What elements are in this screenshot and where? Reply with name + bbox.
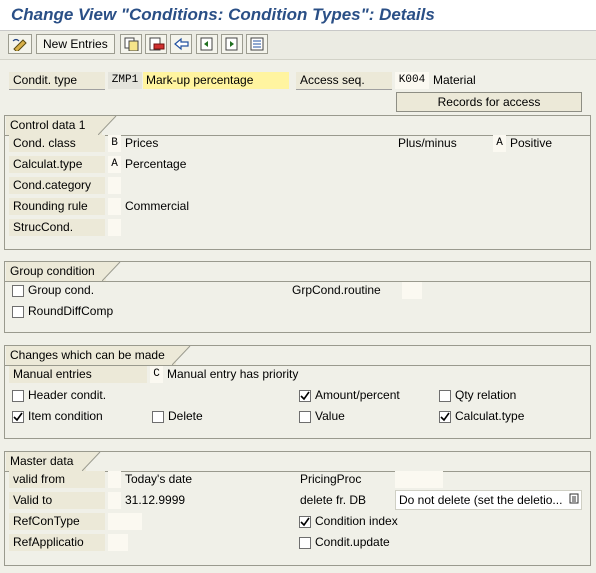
- calculation-type-label: Calculat.type: [9, 156, 105, 173]
- records-for-access-button[interactable]: Records for access: [396, 92, 582, 112]
- group-tab-corner: [172, 346, 191, 365]
- condition-class-text: Prices: [125, 136, 159, 150]
- group-cond-routine-field[interactable]: [402, 282, 422, 299]
- item-condition-checkbox[interactable]: [12, 411, 24, 423]
- value-label: Value: [315, 409, 345, 423]
- ref-condition-type-label: RefConType: [9, 513, 105, 530]
- access-sequence-field[interactable]: K004: [395, 72, 429, 89]
- header-condit-label: Header condit.: [28, 388, 107, 402]
- next-entry-icon: [225, 37, 238, 51]
- select-all-button[interactable]: [246, 34, 268, 54]
- control-data-title: Control data 1: [6, 116, 102, 135]
- delete-from-db-value: Do not delete (set the deletio...: [399, 493, 563, 507]
- delete-icon: [149, 37, 165, 51]
- condition-index-label: Condition index: [315, 514, 398, 528]
- delete-from-db-label: delete fr. DB: [300, 493, 367, 507]
- amount-percent-label: Amount/percent: [315, 388, 400, 402]
- round-diff-comp-checkbox[interactable]: [12, 306, 24, 318]
- master-data-title: Master data: [6, 452, 86, 471]
- previous-entry-button[interactable]: [196, 34, 218, 54]
- title-bar: Change View "Conditions: Condition Types…: [0, 0, 596, 31]
- valid-from-field[interactable]: [108, 471, 121, 488]
- valid-to-field[interactable]: [108, 492, 121, 509]
- plus-minus-text: Positive: [510, 136, 553, 150]
- group-cond-checkbox[interactable]: [12, 285, 24, 297]
- condition-type-description: Mark-up percentage: [143, 72, 289, 89]
- ref-application-label: RefApplicatio: [9, 534, 105, 551]
- condition-type-label: Condit. type: [9, 72, 105, 89]
- page-title: Change View "Conditions: Condition Types…: [11, 5, 435, 24]
- qty-relation-label: Qty relation: [455, 388, 517, 402]
- condit-update-checkbox[interactable]: [299, 537, 311, 549]
- group-cond-label: Group cond.: [28, 283, 95, 297]
- structure-condition-label: StrucCond.: [9, 219, 105, 236]
- copy-icon: [124, 37, 139, 51]
- access-sequence-label: Access seq.: [296, 72, 392, 89]
- condition-type-field[interactable]: ZMP1: [108, 72, 142, 89]
- ref-application-field[interactable]: [108, 534, 128, 551]
- copy-button[interactable]: [120, 34, 142, 54]
- checkmark-icon: [440, 412, 450, 422]
- calculation-type-checkbox[interactable]: [439, 411, 451, 423]
- f4-help-icon[interactable]: [569, 493, 579, 504]
- group-tab-corner: [82, 452, 101, 471]
- calculation-type-field[interactable]: A: [108, 156, 121, 173]
- pricing-procedure-label: PricingProc: [300, 472, 362, 486]
- delete-button[interactable]: [145, 34, 167, 54]
- checkmark-icon: [13, 412, 23, 422]
- access-sequence-description: Material: [433, 73, 476, 87]
- manual-entries-label: Manual entries: [9, 366, 147, 383]
- condition-class-field[interactable]: B: [108, 135, 121, 152]
- rounding-rule-label: Rounding rule: [9, 198, 105, 215]
- calculation-type-text: Percentage: [125, 157, 187, 171]
- valid-from-label: valid from: [9, 471, 105, 488]
- qty-relation-checkbox[interactable]: [439, 390, 451, 402]
- round-diff-comp-label: RoundDiffComp: [28, 304, 114, 318]
- pricing-procedure-field[interactable]: [395, 471, 443, 488]
- structure-condition-field[interactable]: [108, 219, 121, 236]
- manual-entries-field[interactable]: C: [150, 366, 163, 383]
- amount-percent-checkbox[interactable]: [299, 390, 311, 402]
- edit-toggle-icon: [12, 38, 27, 51]
- delete-checkbox[interactable]: [152, 411, 164, 423]
- rounding-rule-field[interactable]: [108, 198, 121, 215]
- valid-to-label: Valid to: [9, 492, 105, 509]
- label-underline: [296, 89, 392, 90]
- select-all-icon: [250, 37, 264, 51]
- condition-index-checkbox[interactable]: [299, 516, 311, 528]
- application-toolbar: New Entries: [0, 31, 596, 60]
- valid-to-text: 31.12.9999: [125, 493, 186, 507]
- checkmark-icon: [300, 391, 310, 401]
- rounding-rule-text: Commercial: [125, 199, 190, 213]
- undo-icon: [174, 37, 189, 51]
- previous-entry-icon: [200, 37, 213, 51]
- checkmark-icon: [300, 517, 310, 527]
- condit-update-label: Condit.update: [315, 535, 390, 549]
- item-condition-label: Item condition: [28, 409, 103, 423]
- next-entry-button[interactable]: [221, 34, 243, 54]
- value-checkbox[interactable]: [299, 411, 311, 423]
- changes-title: Changes which can be made: [6, 346, 176, 365]
- group-condition-title: Group condition: [6, 262, 106, 281]
- group-tab-corner: [98, 116, 117, 135]
- delete-from-db-dropdown[interactable]: Do not delete (set the deletio...: [395, 490, 582, 510]
- edit-toggle-button[interactable]: [8, 34, 32, 54]
- ref-condition-type-field[interactable]: [108, 513, 142, 530]
- header-condit-checkbox[interactable]: [12, 390, 24, 402]
- manual-entries-text: Manual entry has priority: [167, 367, 299, 381]
- new-entries-button[interactable]: New Entries: [36, 34, 115, 54]
- group-cond-routine-label: GrpCond.routine: [292, 283, 381, 297]
- delete-label: Delete: [168, 409, 203, 423]
- condition-category-label: Cond.category: [9, 177, 105, 194]
- label-underline: [9, 89, 105, 90]
- undo-button[interactable]: [170, 34, 192, 54]
- condition-category-field[interactable]: [108, 177, 121, 194]
- condition-class-label: Cond. class: [9, 135, 105, 152]
- group-tab-corner: [102, 262, 121, 281]
- plus-minus-field[interactable]: A: [493, 135, 506, 152]
- plus-minus-label: Plus/minus: [398, 136, 457, 150]
- calculation-type-checkbox-label: Calculat.type: [455, 409, 525, 423]
- valid-from-text: Today's date: [125, 472, 193, 486]
